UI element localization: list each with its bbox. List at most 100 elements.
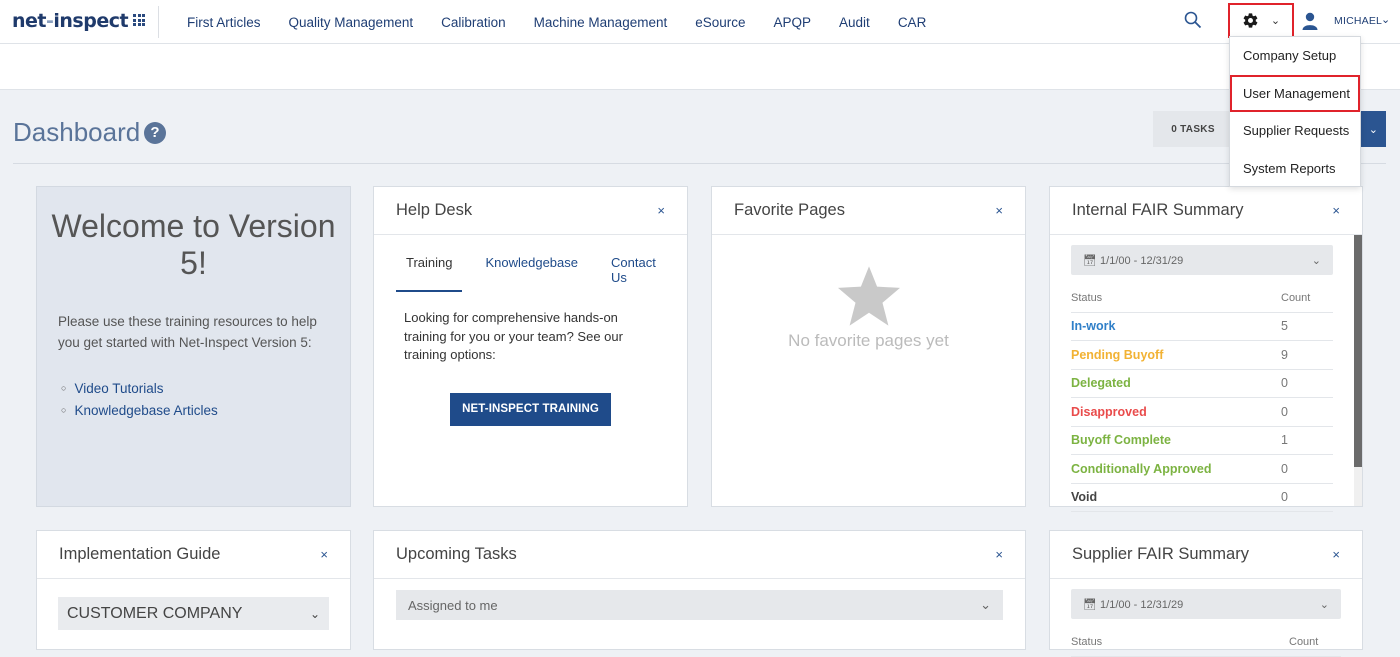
link-video-tutorials[interactable]: Video Tutorials [61,379,350,401]
card-header: Help Desk × [374,187,687,235]
upcoming-tasks-card: Upcoming Tasks × Assigned to me ⌄ [373,530,1026,650]
fair-status-cell[interactable]: Void [1071,483,1281,512]
card-header: Implementation Guide × [37,531,350,579]
supplier-fair-summary-card: Supplier FAIR Summary × 📅︎ 1/1/00 - 12/3… [1049,530,1363,657]
help-icon[interactable]: ? [144,122,166,144]
table-row[interactable]: Disapproved 0 [1071,397,1333,427]
implementation-guide-card: Implementation Guide × CUSTOMER COMPANY … [36,530,351,650]
menu-item-user-management[interactable]: User Management [1230,74,1360,112]
chevron-down-icon: ⌄ [1270,15,1281,27]
star-icon [837,266,900,326]
task-filter-select[interactable]: Assigned to me ⌄ [396,590,1003,620]
nav-car[interactable]: CAR [898,15,927,30]
welcome-body: Please use these training resources to h… [58,314,317,350]
card-title: Help Desk [396,201,473,219]
training-links: Video Tutorials Knowledgebase Articles [61,379,350,422]
fair-count-cell: 0 [1281,397,1333,427]
nav-calibration[interactable]: Calibration [441,15,506,30]
settings-dropdown-toggle[interactable]: ⌄ [1228,3,1294,38]
net-inspect-training-button[interactable]: NET-INSPECT TRAINING [450,392,611,426]
nav-esource[interactable]: eSource [695,15,745,30]
title-divider [13,163,1386,164]
close-icon[interactable]: × [1332,203,1340,218]
help-desk-text: Looking for comprehensive hands-on train… [404,310,623,362]
favorite-pages-card: Favorite Pages × No favorite pages yet [711,186,1026,507]
chevron-down-icon[interactable]: ⌄ [1381,13,1390,26]
table-row[interactable]: Void 0 [1071,483,1333,512]
task-filter-value: Assigned to me [408,597,498,613]
fair-count-cell: 9 [1281,340,1333,370]
card-title: Internal FAIR Summary [1072,201,1244,219]
user-name[interactable]: MICHAEL [1334,15,1382,27]
calendar-icon: 📅︎ [1083,598,1097,611]
company-select[interactable]: CUSTOMER COMPANY ⌄ [58,597,329,630]
tab-knowledgebase[interactable]: Knowledgebase [485,255,588,292]
main-nav: First Articles Quality Management Calibr… [187,0,954,44]
fair-count-cell: 1 [1281,426,1333,455]
fair-status-cell[interactable]: In-work [1071,312,1281,341]
tab-training[interactable]: Training [396,255,463,292]
link-knowledgebase-articles[interactable]: Knowledgebase Articles [61,401,350,423]
nav-audit[interactable]: Audit [839,15,870,30]
sub-header-bar [0,44,1400,90]
col-status-header: Status [1071,628,1289,657]
col-count-header: Count [1289,628,1341,657]
nav-quality-management[interactable]: Quality Management [289,15,414,30]
apps-grid-icon[interactable] [133,14,145,26]
table-row[interactable]: Conditionally Approved 0 [1071,454,1333,484]
chevron-down-icon: ⌄ [309,606,320,621]
date-range-select[interactable]: 📅︎ 1/1/00 - 12/31/29 ⌄ [1071,589,1341,619]
table-row[interactable]: Pending Buyoff 9 [1071,340,1333,370]
fair-status-table: Status Count In-work 5 Pending Buyoff 9 Dele… [1071,284,1333,512]
card-header: Internal FAIR Summary × [1050,187,1362,235]
card-title: Supplier FAIR Summary [1072,545,1249,563]
nav-apqp[interactable]: APQP [774,15,812,30]
nav-machine-management[interactable]: Machine Management [534,15,668,30]
close-icon[interactable]: × [657,203,665,218]
search-icon[interactable] [1184,11,1202,29]
col-count-header: Count [1281,284,1333,313]
table-header-row: Status Count [1071,284,1333,313]
card-header: Upcoming Tasks × [374,531,1025,579]
date-range-select[interactable]: 📅︎ 1/1/00 - 12/31/29 ⌄ [1071,245,1333,275]
close-icon[interactable]: × [995,547,1003,562]
table-header-row: Status Count [1071,628,1341,657]
fair-status-cell[interactable]: Disapproved [1071,397,1281,427]
table-row[interactable]: In-work 5 [1071,312,1333,341]
company-select-value: CUSTOMER COMPANY [67,604,243,622]
fair-status-cell[interactable]: Conditionally Approved [1071,454,1281,484]
card-title: Favorite Pages [734,201,845,219]
calendar-icon: 📅︎ [1083,254,1097,267]
fair-status-cell[interactable]: Buyoff Complete [1071,426,1281,455]
close-icon[interactable]: × [320,547,328,562]
fair-status-cell[interactable]: Pending Buyoff [1071,340,1281,370]
tasks-count-button[interactable]: 0 TASKS [1153,111,1233,147]
nav-first-articles[interactable]: First Articles [187,15,261,30]
page-title: Dashboard [13,117,141,147]
close-icon[interactable]: × [995,203,1003,218]
tab-contact-us[interactable]: Contact Us [611,255,666,292]
table-row[interactable]: Delegated 0 [1071,369,1333,398]
help-desk-card: Help Desk × Training Knowledgebase Conta… [373,186,688,507]
chevron-down-icon: ⌄ [1319,598,1329,611]
scrollbar-thumb[interactable] [1354,235,1362,467]
user-icon[interactable] [1302,12,1318,30]
menu-item-company-setup[interactable]: Company Setup [1230,37,1360,75]
close-icon[interactable]: × [1332,547,1340,562]
col-status-header: Status [1071,284,1281,313]
table-row[interactable]: Buyoff Complete 1 [1071,426,1333,455]
settings-menu: Company Setup User Management Supplier R… [1229,36,1361,187]
help-desk-tabs: Training Knowledgebase Contact Us [396,255,687,292]
net-inspect-logo[interactable]: net-inspect [12,10,129,32]
empty-state-text: No favorite pages yet [788,331,949,350]
internal-fair-summary-card: Internal FAIR Summary × 📅︎ 1/1/00 - 12/3… [1049,186,1363,512]
welcome-heading: Welcome to Version 5! [51,208,336,281]
menu-item-system-reports[interactable]: System Reports [1230,150,1360,188]
card-title: Implementation Guide [59,545,221,563]
chevron-down-icon: ⌄ [1311,254,1321,267]
date-range-value: 1/1/00 - 12/31/29 [1100,254,1184,267]
menu-item-supplier-requests[interactable]: Supplier Requests [1230,112,1360,150]
chevron-down-icon: ⌄ [1368,123,1378,136]
fair-status-cell[interactable]: Delegated [1071,369,1281,398]
card-title: Upcoming Tasks [396,545,517,563]
